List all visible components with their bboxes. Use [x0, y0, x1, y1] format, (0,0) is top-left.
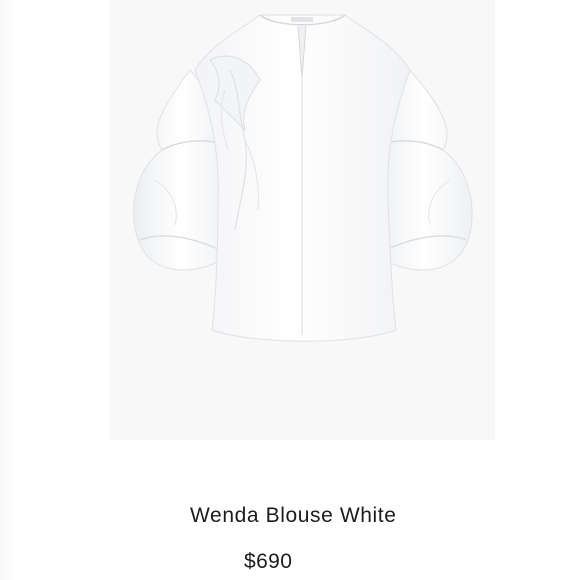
page-edge — [0, 0, 14, 580]
blouse-illustration — [133, 14, 473, 342]
product-image[interactable] — [110, 0, 495, 440]
product-name[interactable]: Wenda Blouse White — [190, 504, 397, 528]
product-price: $690 — [244, 550, 293, 573]
product-card[interactable]: Wenda Blouse White $690 — [0, 0, 580, 580]
